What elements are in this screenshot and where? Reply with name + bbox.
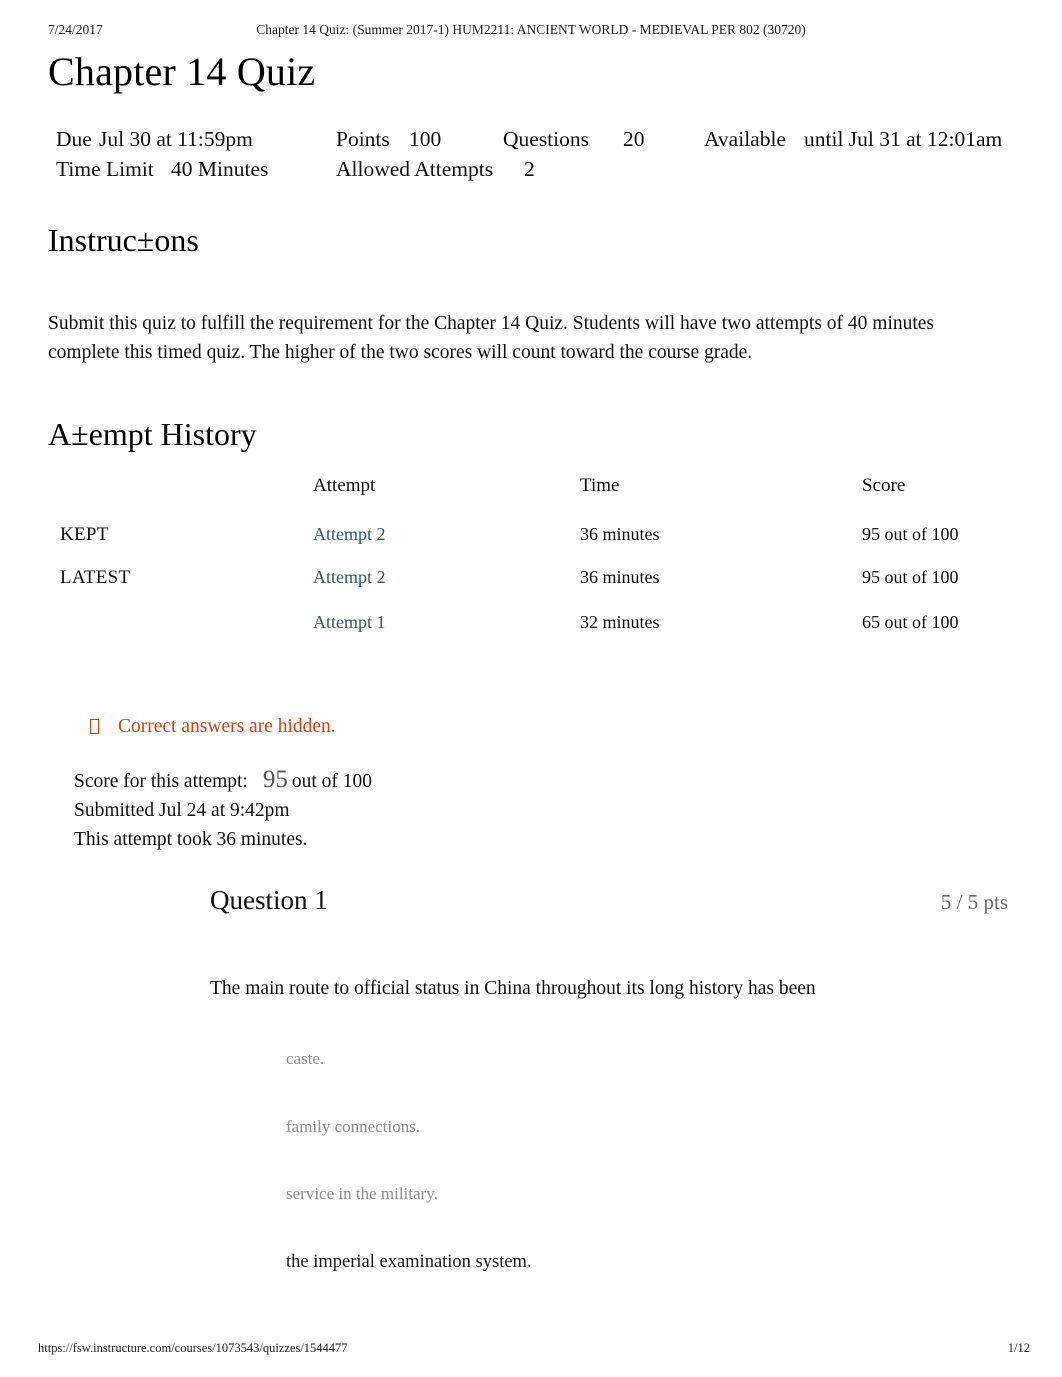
attempt-kind-kept: KEPT	[60, 524, 109, 545]
question-answers: caste. family connections. service in th…	[286, 1050, 966, 1320]
print-footer: https://fsw.instructure.com/courses/1073…	[0, 1341, 1062, 1359]
score-value: 95	[262, 766, 288, 793]
instructions-body: Submit this quiz to fulfill the requirem…	[48, 312, 935, 363]
attempt-link-2-latest[interactable]: Attempt 2	[313, 567, 386, 588]
score-suffix: out of 100	[291, 771, 373, 792]
score-label: Score for this attempt:	[74, 771, 248, 792]
page-title: Chapter 14 Quiz	[48, 49, 316, 94]
missing-glyph-box-icon	[90, 719, 99, 734]
question-points: 5 / 5 pts	[940, 890, 1008, 914]
available-label: Available	[704, 127, 786, 151]
attempt-submitted: Submitted Jul 24 at 9:42pm	[74, 800, 290, 821]
attempt-score-line: Score for this attempt: 95 out of 100	[74, 765, 372, 796]
attempt-score-latest: 95 out of 100	[862, 567, 959, 587]
attempt-duration: This attempt took 36 minutes.	[74, 829, 308, 850]
print-footer-page: 1/12	[1007, 1341, 1030, 1355]
attempt-time-kept: 36 minutes	[580, 524, 660, 544]
answer-option-4-selected[interactable]: the imperial examination system.	[286, 1252, 966, 1321]
time-limit-value: 40 Minutes	[171, 157, 269, 181]
attempt-summary: Score for this attempt: 95 out of 100 Subm…	[74, 765, 372, 854]
allowed-attempts-label: Allowed Attempts	[336, 157, 494, 181]
question-block-1: Question 1 5 / 5 pts The main route to o…	[0, 885, 1062, 1271]
column-header-score: Score	[862, 475, 906, 496]
question-text: The main route to official status in Chi…	[210, 978, 816, 999]
answer-option-2[interactable]: family connections.	[286, 1118, 966, 1186]
answer-option-3[interactable]: service in the military.	[286, 1185, 966, 1253]
allowed-attempts-value: 2	[524, 157, 535, 181]
quiz-page: Chapter 14 Quiz Due Jul 30 at 11:59pm Po…	[0, 0, 1062, 1377]
attempt-link-1[interactable]: Attempt 1	[313, 612, 386, 633]
questions-value: 20	[623, 127, 645, 151]
attempt-time-latest: 36 minutes	[580, 567, 660, 587]
due-value: Jul 30 at 11:59pm	[99, 127, 253, 151]
hidden-answers-text: Correct answers are hidden.	[118, 716, 336, 737]
time-limit-label: Time Limit	[56, 157, 154, 181]
attempt-time-1: 32 minutes	[580, 612, 660, 632]
answer-option-1[interactable]: caste.	[286, 1050, 966, 1118]
question-header: Question 1 5 / 5 pts	[0, 885, 1062, 925]
points-label: Points	[336, 127, 390, 151]
question-number: Question 1	[210, 885, 328, 915]
attempt-score-kept: 95 out of 100	[862, 524, 959, 544]
points-value: 100	[409, 127, 442, 151]
column-header-time: Time	[580, 475, 620, 496]
attempt-history-heading: A±empt History	[48, 416, 257, 452]
column-header-attempt: Attempt	[313, 475, 376, 496]
attempt-kind-latest: LATEST	[60, 567, 131, 588]
print-footer-url: https://fsw.instructure.com/courses/1073…	[38, 1341, 348, 1355]
due-label: Due	[56, 127, 92, 151]
questions-label: Questions	[503, 127, 589, 151]
available-value: until Jul 31 at 12:01am	[804, 127, 1003, 151]
instructions-heading: Instruc±ons	[48, 222, 199, 258]
hidden-answers-notice: Correct answers are hidden.	[90, 716, 336, 738]
attempt-link-2-kept[interactable]: Attempt 2	[313, 524, 386, 545]
attempt-score-1: 65 out of 100	[862, 612, 959, 632]
